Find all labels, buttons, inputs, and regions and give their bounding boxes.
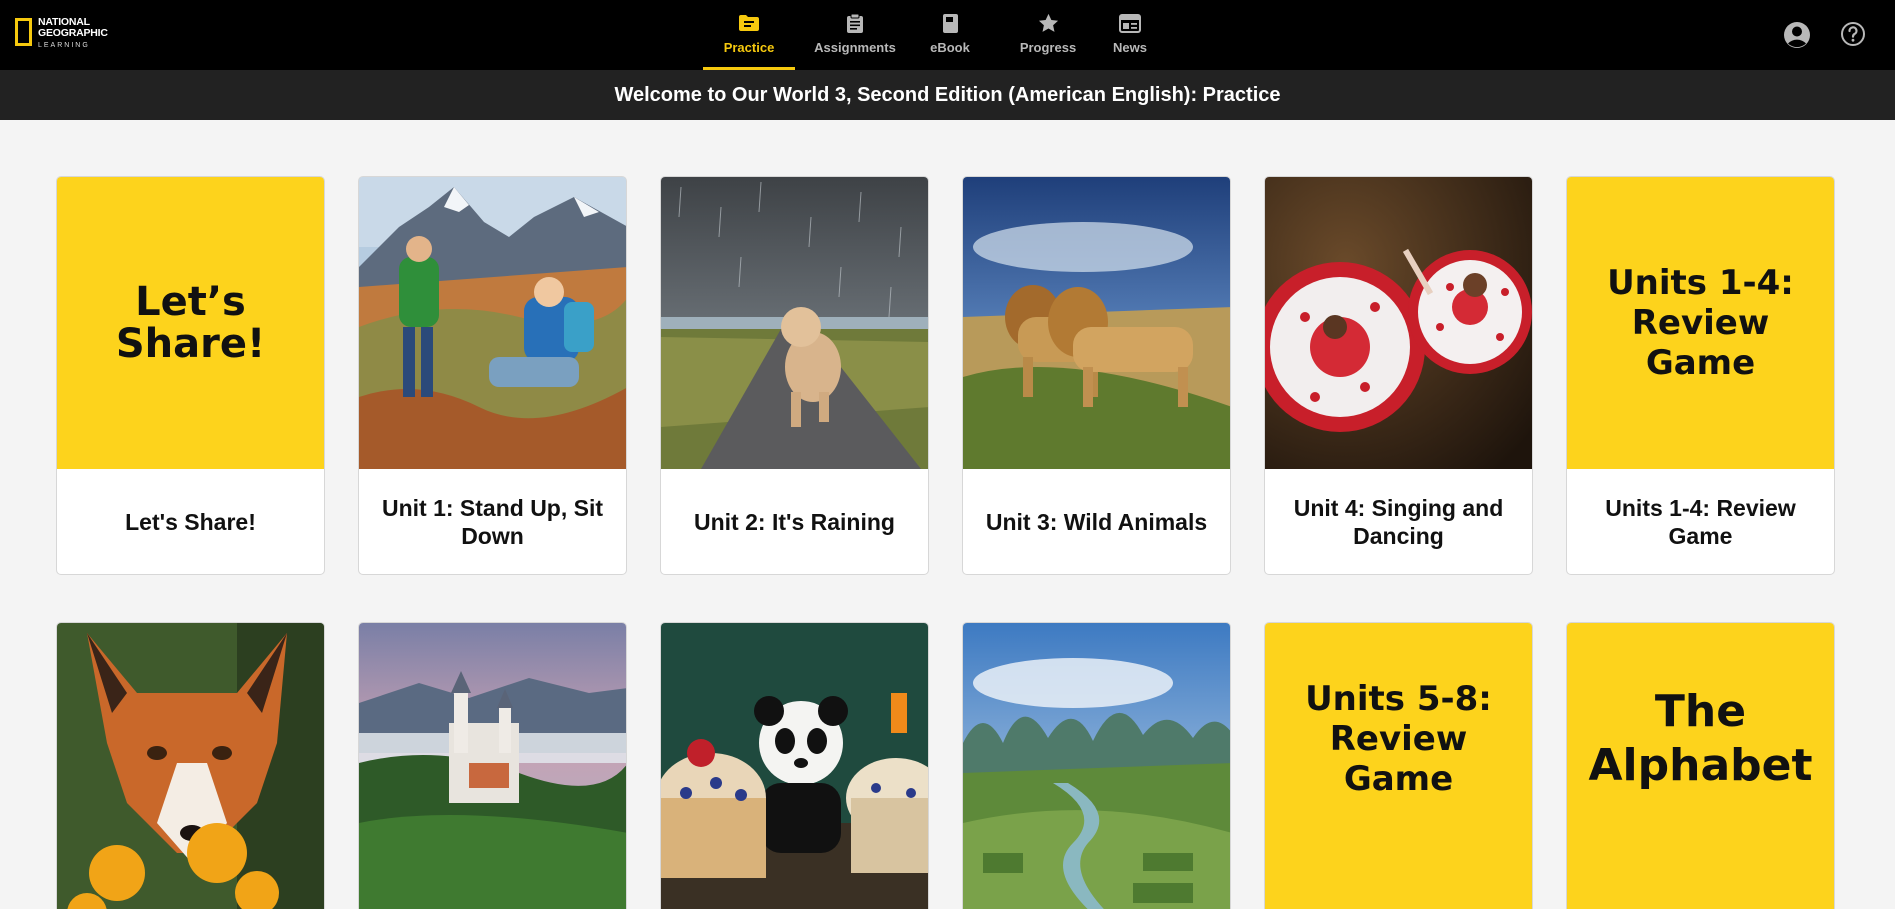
card-caption: Unit 4: Singing and Dancing	[1293, 494, 1504, 549]
tile-text: Units 5-8: Review Game	[1305, 679, 1492, 799]
tab-progress-label: Progress	[1019, 40, 1077, 55]
card-units-5-8-review[interactable]: Units 5-8: Review Game	[1264, 622, 1533, 909]
card-row2-3[interactable]	[660, 622, 929, 909]
tab-ebook[interactable]: eBook	[920, 0, 980, 70]
main-tabs: Practice Assignments eBook Progress News	[700, 0, 1160, 70]
tab-news[interactable]: News	[1100, 0, 1160, 70]
page-title: Welcome to Our World 3, Second Edition (…	[614, 83, 1281, 106]
help-button[interactable]	[1840, 21, 1868, 49]
tile-text: The Alphabet	[1588, 686, 1813, 791]
help-icon	[1841, 22, 1865, 46]
tab-practice[interactable]: Practice	[703, 0, 795, 70]
review-game-tile: Units 1-4: Review Game	[1567, 177, 1834, 469]
card-unit-1[interactable]: Unit 1: Stand Up, Sit Down	[358, 176, 627, 575]
card-units-1-4-review[interactable]: Units 1-4: Review Game Units 1-4: Review…	[1566, 176, 1835, 575]
clipboard-icon	[846, 11, 864, 35]
folder-icon	[738, 11, 760, 35]
card-unit-4[interactable]: Unit 4: Singing and Dancing	[1264, 176, 1533, 575]
user-account-button[interactable]	[1782, 20, 1812, 50]
card-caption: Unit 3: Wild Animals	[985, 508, 1208, 535]
card-caption: Unit 1: Stand Up, Sit Down	[381, 494, 604, 549]
card-caption: Unit 2: It's Raining	[694, 508, 895, 535]
card-the-alphabet[interactable]: The Alphabet	[1566, 622, 1835, 909]
logo-line-2: GEOGRAPHIC	[38, 27, 108, 39]
tab-ebook-label: eBook	[930, 40, 970, 55]
card-lets-share[interactable]: Let’s Share! Let's Share!	[56, 176, 325, 575]
tile-text: Let’s Share!	[115, 279, 266, 367]
dog-running-in-rain-photo	[661, 177, 928, 469]
card-unit-2[interactable]: Unit 2: It's Raining	[660, 176, 929, 575]
card-row2-4[interactable]	[962, 622, 1231, 909]
card-caption: Let's Share!	[125, 508, 256, 535]
national-geographic-learning-logo[interactable]: NATIONAL GEOGRAPHIC LEARNING	[15, 17, 108, 55]
tab-assignments[interactable]: Assignments	[805, 0, 905, 70]
logo-line-3: LEARNING	[38, 42, 90, 49]
card-unit-3[interactable]: Unit 3: Wild Animals	[962, 176, 1231, 575]
tab-assignments-label: Assignments	[814, 40, 896, 55]
panda-with-cakes-photo	[661, 623, 928, 909]
dancers-in-red-dresses-photo	[1265, 177, 1532, 469]
fox-with-flowers-photo	[57, 623, 324, 909]
lions-on-hill-photo	[963, 177, 1230, 469]
castle-in-forest-photo	[359, 623, 626, 909]
tab-news-label: News	[1113, 40, 1147, 55]
card-row2-1[interactable]	[56, 622, 325, 909]
lets-share-tile: Let’s Share!	[57, 177, 324, 469]
review-game-tile: Units 5-8: Review Game	[1265, 623, 1532, 909]
page-title-banner: Welcome to Our World 3, Second Edition (…	[0, 70, 1895, 120]
card-row2-2[interactable]	[358, 622, 627, 909]
star-icon	[1038, 11, 1059, 35]
user-account-icon	[1784, 22, 1810, 48]
tab-progress[interactable]: Progress	[1008, 0, 1088, 70]
tile-text: Units 1-4: Review Game	[1607, 263, 1794, 383]
green-valley-river-photo	[963, 623, 1230, 909]
two-kids-hiking-mountains-photo	[359, 177, 626, 469]
book-icon	[942, 11, 959, 35]
top-navigation-bar: NATIONAL GEOGRAPHIC LEARNING Practice As…	[0, 0, 1895, 70]
newspaper-icon	[1119, 11, 1141, 35]
yellow-border-icon	[15, 18, 32, 46]
card-caption: Units 1-4: Review Game	[1605, 494, 1796, 549]
alphabet-tile: The Alphabet	[1567, 623, 1834, 909]
tab-practice-label: Practice	[723, 40, 775, 55]
